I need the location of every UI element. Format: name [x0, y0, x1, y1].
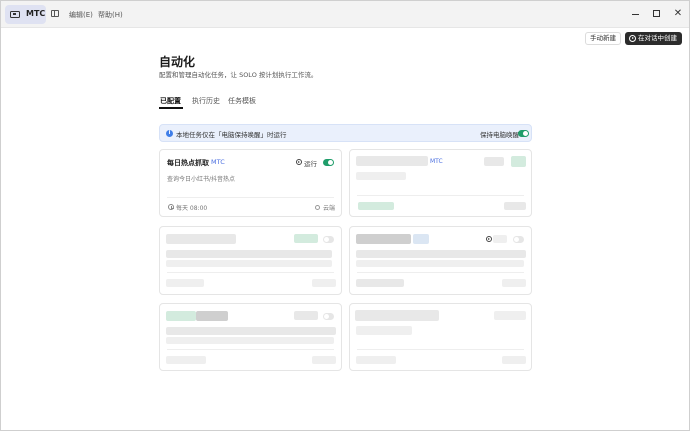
task-enabled-toggle[interactable]: [513, 236, 524, 243]
clock-icon: [168, 204, 174, 210]
menu-edit[interactable]: 编辑(E): [69, 10, 93, 20]
blurred-title: [356, 156, 428, 166]
blurred-schedule: [356, 356, 396, 364]
tab-configured[interactable]: 已配置: [160, 96, 181, 106]
blurred-title: [356, 234, 411, 244]
blurred-title: [355, 310, 439, 321]
sidebar-toggle-icon[interactable]: [51, 10, 59, 17]
blurred-run: [494, 311, 526, 320]
card-divider: [357, 349, 524, 350]
blurred-run: [484, 157, 504, 166]
banner-text: 本地任务仅在「电脑保持唤醒」时运行: [176, 131, 287, 139]
keep-awake-toggle[interactable]: [518, 130, 529, 137]
run-icon[interactable]: [296, 159, 302, 165]
page-title: 自动化: [159, 55, 196, 69]
manual-create-button[interactable]: 手动新建: [585, 32, 621, 45]
task-location: 云端: [323, 205, 336, 212]
blurred-location: [502, 279, 526, 287]
task-card-blurred[interactable]: [159, 226, 342, 295]
card-divider: [357, 272, 524, 273]
blurred-location: [312, 356, 336, 364]
info-banner: i 本地任务仅在「电脑保持唤醒」时运行 保持电脑唤醒: [159, 124, 532, 142]
close-button[interactable]: ✕: [671, 8, 685, 20]
blurred-description: [356, 260, 524, 267]
task-card[interactable]: 每日热点抓取 MTC 运行 查询今日小红书/抖音热点 每天 08:00 云端: [159, 149, 342, 217]
blurred-description: [356, 326, 412, 335]
cloud-icon: [315, 205, 320, 210]
tab-templates[interactable]: 任务模板: [228, 96, 256, 106]
blurred-run: [493, 235, 507, 243]
info-icon: i: [166, 130, 173, 137]
maximize-button[interactable]: [650, 8, 664, 20]
blurred-location: [502, 356, 526, 364]
task-card-blurred[interactable]: [349, 226, 532, 295]
task-enabled-toggle[interactable]: [323, 159, 334, 166]
task-title: 每日热点抓取: [167, 159, 209, 167]
blurred-description: [356, 172, 406, 180]
menu-help[interactable]: 帮助(H): [98, 10, 123, 20]
create-in-chat-button[interactable]: 在对话中创建: [625, 32, 682, 45]
card-divider: [167, 197, 334, 198]
minimize-button[interactable]: [629, 8, 643, 20]
blurred-description: [356, 250, 526, 258]
active-tab-indicator: [159, 107, 183, 109]
task-card-blurred[interactable]: MTC: [349, 149, 532, 217]
page-subtitle: 配置和管理自动化任务，让 SOLO 按计划执行工作流。: [159, 71, 318, 79]
play-circle-icon: [629, 35, 636, 42]
app-window: MTC 编辑(E) 帮助(H) ✕ 手动新建 在对话中创建 自动化 配置和管理自…: [0, 0, 690, 431]
tab-history[interactable]: 执行历史: [192, 96, 220, 106]
blurred-location: [504, 202, 526, 210]
blurred-title: [166, 311, 196, 321]
card-divider: [167, 272, 334, 273]
run-icon[interactable]: [486, 236, 492, 242]
blurred-description: [166, 327, 336, 335]
task-card-blurred[interactable]: [159, 303, 342, 371]
task-badge: MTC: [211, 158, 225, 166]
task-enabled-toggle[interactable]: [323, 236, 334, 243]
terminal-icon: [10, 11, 20, 18]
blurred-description: [166, 260, 332, 267]
blurred-schedule: [166, 279, 204, 287]
task-enabled-toggle[interactable]: [323, 313, 334, 320]
task-card-blurred[interactable]: [349, 303, 532, 371]
card-divider: [357, 195, 524, 196]
blurred-description: [166, 337, 334, 344]
task-description: 查询今日小红书/抖音热点: [167, 176, 236, 183]
blurred-run: [294, 234, 318, 243]
card-divider: [167, 349, 334, 350]
create-in-chat-label: 在对话中创建: [638, 34, 677, 42]
blurred-schedule: [356, 279, 404, 287]
blurred-badge: [413, 234, 429, 244]
blurred-title: [196, 311, 228, 321]
run-button[interactable]: 运行: [304, 158, 317, 168]
blurred-description: [166, 250, 332, 258]
blurred-title: [166, 234, 236, 244]
workspace-tab-label: MTC: [26, 9, 46, 18]
task-schedule: 每天 08:00: [176, 205, 208, 212]
blurred-location: [312, 279, 336, 287]
keep-awake-label: 保持电脑唤醒: [480, 131, 519, 139]
blurred-toggle: [511, 156, 526, 167]
blurred-run: [294, 311, 318, 320]
task-badge: MTC: [430, 158, 443, 165]
workspace-tab[interactable]: MTC: [5, 5, 46, 24]
blurred-schedule: [166, 356, 206, 364]
title-bar: MTC 编辑(E) 帮助(H) ✕: [1, 1, 689, 28]
blurred-schedule: [358, 202, 394, 210]
